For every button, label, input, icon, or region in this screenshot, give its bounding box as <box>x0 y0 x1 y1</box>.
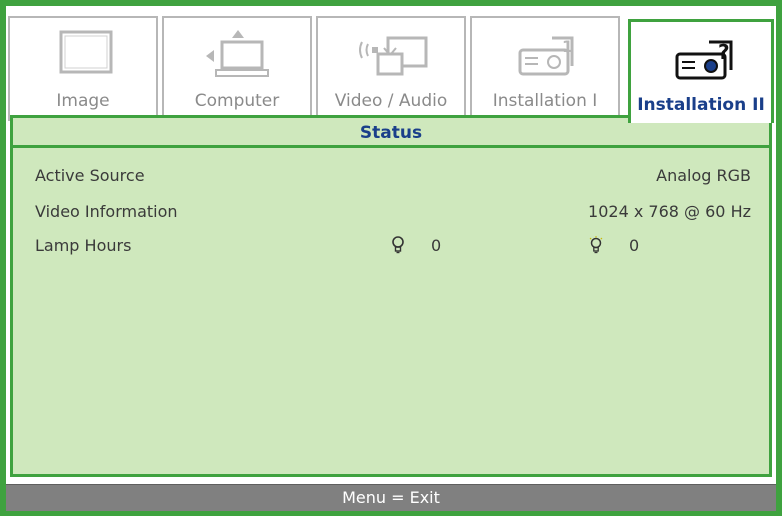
lamp-normal: 0 <box>391 236 441 255</box>
tab-installation-2-label: Installation II <box>637 95 765 115</box>
tab-video-audio[interactable]: Video / Audio <box>316 16 466 121</box>
active-source-value: Analog RGB <box>656 166 751 185</box>
video-information-label: Video Information <box>35 202 178 221</box>
tab-image[interactable]: Image <box>8 16 158 121</box>
lamp-eco: 0 <box>589 236 639 255</box>
tab-installation-1-label: Installation I <box>492 91 598 111</box>
lamp-eco-hours: 0 <box>629 236 640 255</box>
computer-icon <box>206 30 269 77</box>
menu-tabs: Image Computer Video / Audio 1 Installat… <box>8 8 774 123</box>
lamp-bulb-icon <box>392 236 404 254</box>
status-row-video-information: Video Information 1024 x 768 @ 60 Hz <box>35 202 751 228</box>
svg-text:?: ? <box>718 40 730 64</box>
tab-computer[interactable]: Computer <box>162 16 312 121</box>
video-information-value: 1024 x 768 @ 60 Hz <box>588 202 751 221</box>
svg-text:1: 1 <box>562 37 573 56</box>
lamp-hours-label: Lamp Hours <box>35 236 132 255</box>
tab-video-audio-label: Video / Audio <box>334 91 448 111</box>
tab-installation-2[interactable]: ? Installation II <box>628 19 774 123</box>
tab-image-label: Image <box>56 91 110 111</box>
lamp-normal-hours: 0 <box>431 236 442 255</box>
lamp-bulb-eco-icon <box>589 236 603 254</box>
projector-icon: 1 <box>518 36 574 76</box>
tab-installation-1[interactable]: 1 Installation I <box>470 16 620 121</box>
status-row-lamp-hours: Lamp Hours 0 0 <box>35 236 751 262</box>
display-icon <box>59 30 113 74</box>
footer-hint: Menu = Exit <box>6 484 776 511</box>
status-panel: Status Active Source Analog RGB Video In… <box>10 115 772 477</box>
video-audio-icon <box>359 36 428 76</box>
status-row-active-source: Active Source Analog RGB <box>35 166 751 192</box>
active-source-label: Active Source <box>35 166 145 185</box>
projector-help-icon: ? <box>675 40 733 80</box>
tab-computer-label: Computer <box>194 91 280 111</box>
